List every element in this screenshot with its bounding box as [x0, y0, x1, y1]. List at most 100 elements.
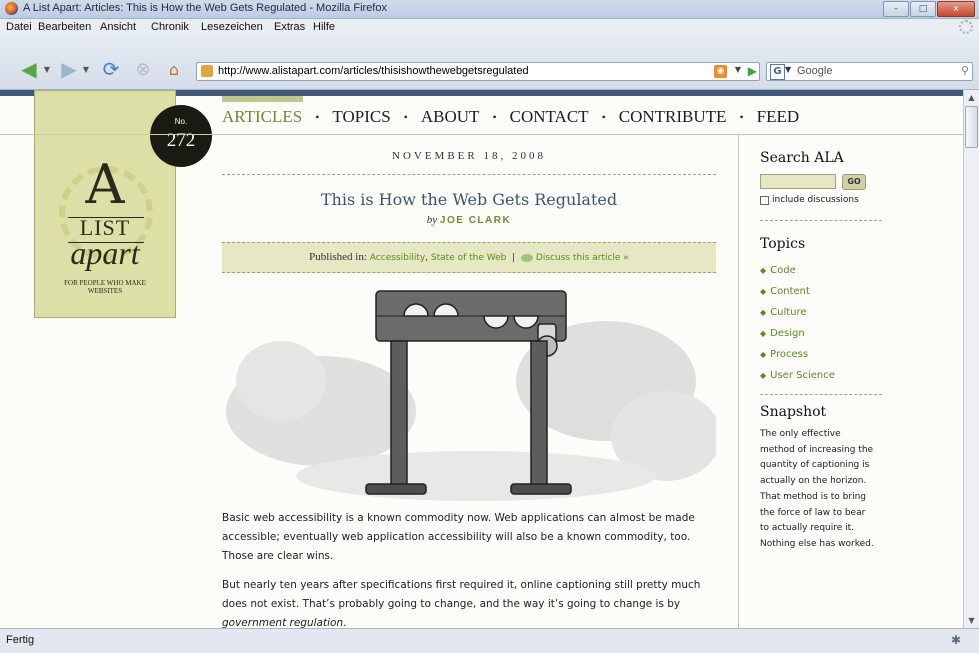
window-title: A List Apart: Articles: This is How the …	[23, 2, 387, 14]
nav-about[interactable]: ABOUT	[421, 107, 480, 127]
status-text: Fertig	[6, 634, 35, 646]
rss-feed-icon[interactable]: ◉	[714, 65, 727, 78]
nav-separator: •	[601, 109, 606, 124]
topic-code[interactable]: ◆ Code	[760, 260, 835, 281]
include-discussions-label: include discussions	[772, 195, 859, 205]
window-controls: – □ x	[883, 1, 975, 17]
date-divider	[222, 174, 716, 175]
menu-bearbeiten[interactable]: Bearbeiten	[38, 21, 91, 33]
topic-design[interactable]: ◆ Design	[760, 323, 835, 344]
search-engine-dropdown-icon[interactable]: ▼	[785, 65, 791, 74]
topics-list: ◆ Code ◆ Content ◆ Culture ◆ Design ◆ Process…	[760, 260, 835, 386]
speech-bubble-icon	[520, 253, 533, 262]
nav-separator: •	[492, 109, 497, 124]
search-input[interactable]: Google	[797, 65, 832, 77]
menu-extras[interactable]: Extras	[274, 21, 305, 33]
snapshot-heading: Snapshot	[760, 404, 827, 420]
logo-tagline: FOR PEOPLE WHO MAKE WEBSITES	[64, 279, 146, 295]
scroll-down-arrow-icon[interactable]: ▼	[964, 613, 979, 628]
firefox-icon	[5, 2, 18, 15]
sidebar-divider-line	[760, 220, 882, 221]
pub-separator: |	[512, 253, 516, 263]
article-paragraph: But nearly ten years after specification…	[222, 576, 716, 628]
topic-label: Content	[770, 286, 810, 297]
search-bar[interactable]: G ▼ Google ⚲	[766, 62, 973, 81]
close-button[interactable]: x	[937, 1, 975, 17]
nav-divider	[0, 134, 963, 135]
home-icon[interactable]: ⌂	[163, 58, 185, 80]
status-addon-icon[interactable]: ✱	[951, 633, 961, 647]
category-state-of-web-link[interactable]: State of the Web	[431, 253, 506, 263]
search-heading: Search ALA	[760, 150, 844, 166]
topic-user-science[interactable]: ◆ User Science	[760, 365, 835, 386]
nav-topics[interactable]: TOPICS	[332, 107, 390, 127]
scroll-thumb[interactable]	[965, 106, 978, 148]
search-go-button[interactable]: GO	[842, 174, 866, 190]
nav-contribute[interactable]: CONTRIBUTE	[619, 107, 727, 127]
article-body: Basic web accessibility is a known commo…	[222, 509, 716, 628]
reload-icon[interactable]: ⟳	[98, 57, 124, 81]
nav-separator: •	[403, 109, 408, 124]
vertical-scrollbar[interactable]: ▲ ▼	[963, 90, 979, 628]
menu-ansicht[interactable]: Ansicht	[100, 21, 136, 33]
bullet-icon: ◆	[760, 329, 767, 338]
menu-chronik[interactable]: Chronik	[151, 21, 189, 33]
menu-lesezeichen[interactable]: Lesezeichen	[201, 21, 263, 33]
page-content: A LIST apart FOR PEOPLE WHO MAKE WEBSITE…	[0, 90, 963, 628]
include-discussions-option[interactable]: include discussions	[760, 195, 859, 205]
paragraph-end: .	[343, 617, 347, 628]
forward-arrow-icon[interactable]: ▶	[58, 57, 80, 81]
magnifier-icon[interactable]: ⚲	[961, 64, 969, 77]
article-paragraph: Basic web accessibility is a known commo…	[222, 512, 695, 562]
discuss-link[interactable]: Discuss this article »	[536, 253, 629, 263]
topics-heading: Topics	[760, 236, 806, 252]
category-accessibility-link[interactable]: Accessibility	[370, 253, 425, 263]
minimize-button[interactable]: –	[883, 1, 909, 17]
address-bar[interactable]: http://www.alistapart.com/articles/thisi…	[196, 62, 760, 81]
topic-culture[interactable]: ◆ Culture	[760, 302, 835, 323]
topics-section: Topics ◆ Code ◆ Content ◆ Culture ◆ Design ◆…	[760, 236, 835, 386]
google-engine-icon[interactable]: G	[770, 64, 785, 80]
topic-label: User Science	[770, 370, 835, 381]
nav-articles[interactable]: ARTICLES	[222, 107, 302, 127]
stocks-illustration	[226, 290, 716, 501]
scroll-up-arrow-icon[interactable]: ▲	[964, 90, 979, 105]
back-history-dropdown-icon[interactable]: ▼	[42, 58, 52, 80]
nav-feed[interactable]: FEED	[757, 107, 800, 127]
logo-apart: apart	[70, 235, 140, 271]
logo-letter: A	[85, 153, 125, 216]
byline-by: by	[426, 214, 438, 226]
include-discussions-checkbox[interactable]	[760, 195, 769, 205]
menu-datei[interactable]: Datei	[6, 21, 32, 33]
issue-badge: No. 272	[150, 105, 212, 167]
address-bar-url[interactable]: http://www.alistapart.com/articles/thisi…	[218, 65, 529, 77]
topic-label: Culture	[770, 307, 807, 318]
nav-separator: •	[315, 109, 320, 124]
watercolor-background	[226, 321, 716, 501]
byline: by JOE CLARK	[222, 214, 716, 226]
url-history-dropdown-icon[interactable]: ▼	[735, 65, 741, 74]
maximize-button[interactable]: □	[910, 1, 936, 17]
article-date: NOVEMBER 18, 2008	[392, 150, 546, 162]
topic-content[interactable]: ◆ Content	[760, 281, 835, 302]
bullet-icon: ◆	[760, 287, 767, 296]
published-in-bar: Published in: Accessibility, State of th…	[222, 242, 716, 273]
stop-icon[interactable]: ⊗	[132, 58, 154, 80]
sidebar-divider-line	[760, 394, 882, 395]
emphasized-text: government regulation	[222, 617, 344, 628]
status-bar: Fertig ✱	[0, 628, 979, 653]
site-search-input[interactable]	[760, 174, 836, 189]
author-link[interactable]: JOE CLARK	[440, 215, 511, 226]
forward-history-dropdown-icon[interactable]: ▼	[81, 58, 91, 80]
nav-contact[interactable]: CONTACT	[510, 107, 589, 127]
published-label: Published in:	[309, 251, 367, 263]
navigation-toolbar: ◀ ▼ ▶ ▼ ⟳ ⊗ ⌂ http://www.alistapart.com/…	[0, 37, 979, 90]
go-arrow-icon[interactable]: ▶	[748, 64, 757, 78]
menu-hilfe[interactable]: Hilfe	[313, 21, 335, 33]
menu-bar: Datei Bearbeiten Ansicht Chronik Lesezei…	[0, 19, 979, 37]
sidebar-divider	[738, 134, 739, 628]
bullet-icon: ◆	[760, 350, 767, 359]
topic-process[interactable]: ◆ Process	[760, 344, 835, 365]
topic-label: Process	[770, 349, 809, 360]
back-arrow-icon[interactable]: ◀	[18, 57, 40, 81]
